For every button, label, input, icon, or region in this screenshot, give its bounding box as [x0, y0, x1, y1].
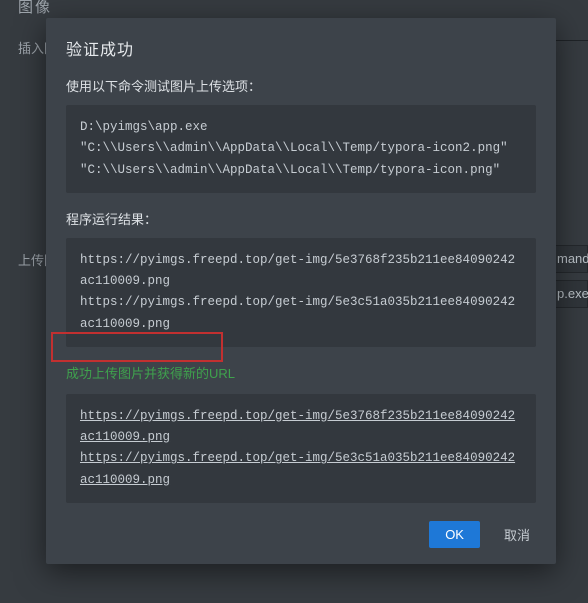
result-section-label: 程序运行结果：	[66, 209, 536, 228]
result-url-link[interactable]: https://pyimgs.freepd.top/get-img/5e3c51…	[80, 448, 522, 491]
dialog-title: 验证成功	[66, 36, 536, 60]
result-line: https://pyimgs.freepd.top/get-img/5e3768…	[80, 250, 522, 293]
command-box: D:\pyimgs\app.exe "C:\\Users\\admin\\App…	[66, 105, 536, 193]
cancel-button[interactable]: 取消	[504, 525, 530, 544]
validation-dialog: 验证成功 使用以下命令测试图片上传选项： D:\pyimgs\app.exe "…	[46, 18, 556, 564]
cmd-line: D:\pyimgs\app.exe	[80, 117, 522, 138]
ok-button[interactable]: OK	[429, 521, 480, 548]
url-link-box: https://pyimgs.freepd.top/get-img/5e3768…	[66, 394, 536, 503]
result-box: https://pyimgs.freepd.top/get-img/5e3768…	[66, 238, 536, 347]
result-url-link[interactable]: https://pyimgs.freepd.top/get-img/5e3768…	[80, 406, 522, 449]
success-message: 成功上传图片并获得新的URL	[66, 363, 536, 382]
dialog-button-row: OK 取消	[66, 521, 536, 548]
command-section-label: 使用以下命令测试图片上传选项：	[66, 76, 536, 95]
cmd-line: "C:\\Users\\admin\\AppData\\Local\\Temp/…	[80, 160, 522, 181]
bg-heading: 图像	[18, 0, 52, 17]
cmd-line: "C:\\Users\\admin\\AppData\\Local\\Temp/…	[80, 138, 522, 159]
result-line: https://pyimgs.freepd.top/get-img/5e3c51…	[80, 292, 522, 335]
